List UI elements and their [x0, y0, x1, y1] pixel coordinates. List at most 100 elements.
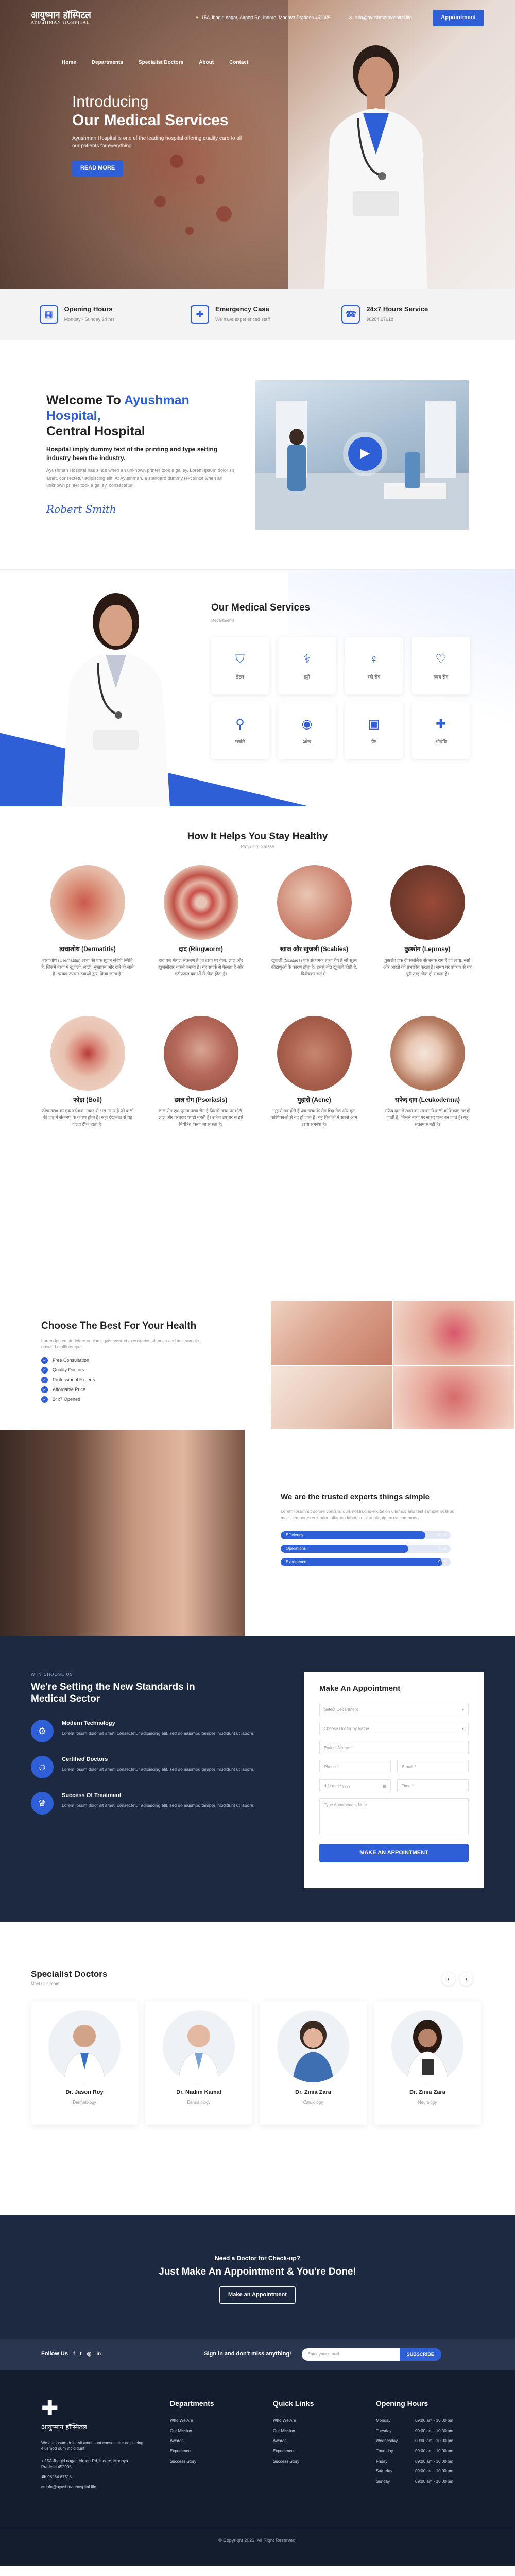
make-appointment-button[interactable]: MAKE AN APPOINTMENT — [319, 1843, 469, 1862]
disease-card[interactable]: छाल रोग (Psoriasis) छाल रोग एक पुराना त्व… — [154, 1015, 247, 1149]
play-icon[interactable]: ▶ — [348, 436, 382, 471]
email-input[interactable]: E-mail * — [397, 1759, 469, 1773]
nav-specialist-doctors[interactable]: Specialist Doctors — [139, 59, 183, 67]
footer-link[interactable]: Our Mission — [170, 2428, 247, 2434]
nav-about[interactable]: About — [199, 59, 214, 67]
service-stomach[interactable]: ▣ पेट — [345, 702, 403, 759]
location-pin-icon: ⌖ — [196, 15, 199, 21]
disease-card[interactable]: दाद (Ringworm) दाद एक फंगल संक्रमण है जो … — [154, 865, 247, 998]
disease-title: फोड़ा (Boil) — [73, 1096, 102, 1104]
phone-input[interactable]: Phone * — [319, 1759, 391, 1773]
nav-departments[interactable]: Departments — [92, 59, 123, 67]
dermatitis-image — [50, 865, 125, 940]
ambulance-icon: ✚ — [190, 305, 209, 324]
signature: Robert Smith — [46, 503, 116, 516]
header-appointment-button[interactable]: Appointment — [433, 10, 484, 26]
chevron-right-icon[interactable]: › — [459, 1972, 473, 1986]
site-logo[interactable]: आयुष्मान हॉस्पिटल AYUSHMAN HOSPITAL — [31, 11, 108, 25]
chevron-left-icon[interactable]: ‹ — [442, 1972, 455, 1986]
disease-card[interactable]: त्वचाशोथ (Dermatitis) त्वचाशोथ (Dermatiti… — [41, 865, 134, 998]
footer-link[interactable]: Awards — [170, 2438, 247, 2444]
doctor-card[interactable]: Dr. Jason Roy Dermatology — [31, 2001, 138, 2125]
footer-link[interactable]: Our Mission — [273, 2428, 350, 2434]
footer-link[interactable]: Success Story — [170, 2459, 247, 2465]
doctor-card[interactable]: Dr. Nadim Kamal Dermatology — [145, 2001, 252, 2125]
newsletter-email-input[interactable]: Enter your e-mail — [301, 2348, 400, 2361]
department-select[interactable]: Select Department ▾ — [319, 1702, 469, 1716]
footer-link[interactable]: Experience — [273, 2448, 350, 2454]
welcome-text: Welcome To Ayushman Hospital, Central Hos… — [46, 393, 235, 517]
footer-link[interactable]: Awards — [273, 2438, 350, 2444]
social-links: f t ◎ in — [73, 2351, 101, 2359]
cta-appointment-button[interactable]: Make an Appointment — [219, 2286, 296, 2304]
info-title: Opening Hours — [64, 305, 113, 313]
hero-description: Ayushman Hospital is one of the leading … — [72, 135, 242, 149]
disease-title: दाद (Ringworm) — [179, 945, 223, 953]
footer-link[interactable]: Who We Are — [170, 2418, 247, 2424]
disease-card[interactable]: मुहांसे (Acne) मुहांसे तब होते हैं जब त्व… — [268, 1015, 360, 1149]
nav-contact[interactable]: Contact — [229, 59, 248, 67]
leprosy-image — [390, 865, 465, 940]
services-section: Our Medical Services Departments ⛉ डेंटल … — [0, 569, 515, 807]
calendar-icon: ▦ — [39, 305, 58, 324]
doctor-select[interactable]: Choose Doctor by Name ▾ — [319, 1721, 469, 1735]
service-bone[interactable]: ⚕ हड्डी — [278, 637, 336, 694]
trusted-text: We are the trusted experts things simple… — [245, 1430, 515, 1636]
service-dental[interactable]: ⛉ डेंटल — [211, 637, 269, 694]
hours-row: Wednesday 09:00 am - 10:00 pm — [376, 2438, 453, 2444]
cta-section: Need a Doctor for Check-up? Just Make An… — [0, 2215, 515, 2339]
footer-link[interactable]: Experience — [170, 2448, 247, 2454]
collage-image — [392, 1365, 515, 1430]
service-cardiology[interactable]: ♡ हृदय रोग — [412, 637, 470, 694]
disease-text: मुहांसे तब होते हैं जब त्वचा के रोम छिद्… — [271, 1108, 357, 1127]
phone-icon: ☎ — [341, 305, 360, 324]
linkedin-icon[interactable]: in — [96, 2351, 101, 2359]
choose-title: Choose The Best For Your Health — [41, 1320, 197, 1331]
service-medicine[interactable]: ✚ औषधि — [412, 702, 470, 759]
bone-icon: ⚕ — [303, 652, 311, 667]
doctors-sub: Meet Our Team — [31, 1981, 59, 1986]
service-gynecology[interactable]: ♀ स्त्री रोग — [345, 637, 403, 694]
time-input[interactable]: Time * — [397, 1778, 469, 1792]
footer-link[interactable]: Success Story — [273, 2459, 350, 2465]
hours-row: Tuesday 09:00 am - 10:00 pm — [376, 2428, 453, 2433]
note-textarea[interactable]: Type Appointment Note — [319, 1798, 469, 1835]
doctor-role: Neurology — [418, 2100, 437, 2105]
disease-card[interactable]: कुष्ठरोग (Leprosy) कुष्ठरोग एक दीर्घकालिक… — [381, 865, 474, 998]
header-email[interactable]: ✉ info@ayushmanhospital.life — [348, 14, 412, 21]
disease-card[interactable]: सफेद दाग (Leukoderma) सफेद दाग में त्वचा … — [381, 1015, 474, 1149]
choose-list: ✓ Free Consultation ✓ Quality Doctors ✓ Pro… — [41, 1357, 270, 1403]
newsletter-text: Sign in and don't miss anything! — [204, 2351, 291, 2358]
read-more-button[interactable]: READ MORE — [72, 160, 124, 177]
nav-home[interactable]: Home — [62, 59, 76, 67]
doctor-role: Cardiology — [303, 2100, 323, 2105]
hours-row: Sunday 09:00 am - 10:00 pm — [376, 2479, 453, 2484]
facebook-icon[interactable]: f — [73, 2351, 75, 2359]
disease-card[interactable]: खाज और खुजली (Scabies) खुजली (Scabies) एक… — [268, 865, 360, 998]
welcome-heading: Welcome To Ayushman Hospital, Central Hos… — [46, 393, 190, 438]
disease-text: दाद एक फंगल संक्रमण है जो त्वचा पर गोल, … — [158, 957, 244, 976]
appointment-section: WHY CHOOSE US We're Setting the New Stan… — [0, 1636, 515, 1922]
service-surgery[interactable]: ⚲ सर्जरी — [211, 702, 269, 759]
disease-text: खुजली (Scabies) एक संक्रामक त्वचा रोग है… — [271, 957, 357, 976]
main-nav: Home Departments Specialist Doctors Abou… — [62, 59, 248, 67]
footer-email[interactable]: ✉ info@ayushmanhospital.life — [41, 2484, 144, 2490]
heart-icon: ♡ — [435, 652, 447, 667]
hero-text: Introducing Our Medical Services Ayushma… — [72, 93, 242, 177]
eye-icon: ◉ — [301, 717, 313, 732]
choose-item: ✓ Quality Doctors — [41, 1367, 270, 1374]
doctor-card[interactable]: Dr. Zinia Zara Neurology — [374, 2001, 481, 2125]
collage-image — [270, 1301, 393, 1365]
date-input[interactable]: dd / mm / yyyy ▦ — [319, 1778, 391, 1792]
hospital-video[interactable]: ▶ — [255, 380, 469, 530]
subscribe-button[interactable]: SUBSCRIBE — [399, 2348, 441, 2361]
service-eye[interactable]: ◉ आंख — [278, 702, 336, 759]
twitter-icon[interactable]: t — [80, 2351, 81, 2359]
disease-card[interactable]: फोड़ा (Boil) फोड़ा त्वचा का एक दर्दनाक, म… — [41, 1015, 134, 1149]
services-header: Our Medical Services Departments — [211, 601, 310, 624]
footer-link[interactable]: Who We Are — [273, 2418, 350, 2424]
doctor-card[interactable]: Dr. Zinia Zara Cardiology — [260, 2001, 367, 2125]
patient-name-input[interactable]: Patient Name * — [319, 1740, 469, 1754]
instagram-icon[interactable]: ◎ — [87, 2351, 92, 2359]
female-doctor-image — [62, 593, 170, 807]
